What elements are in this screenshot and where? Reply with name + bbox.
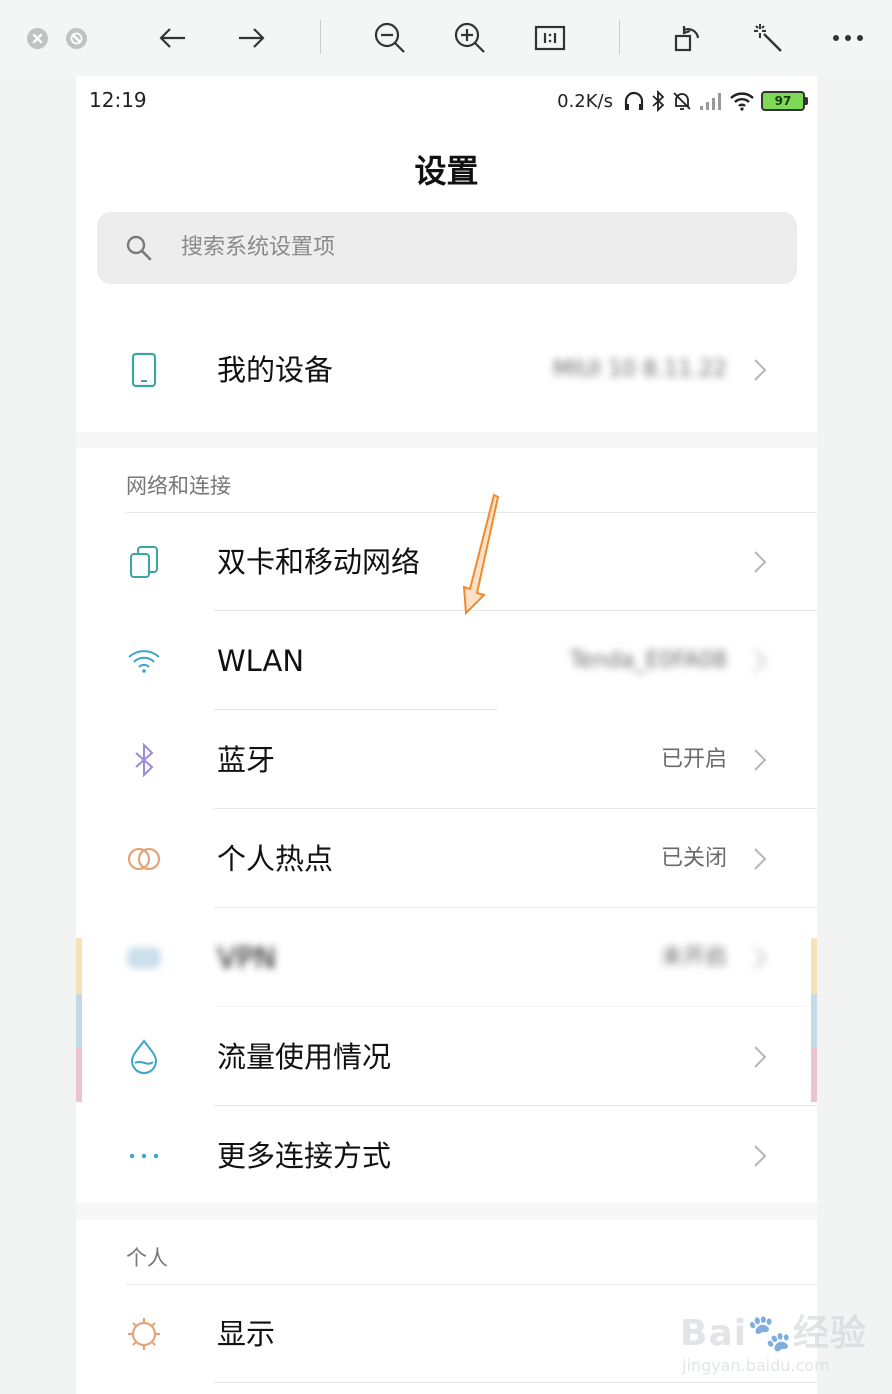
magic-wand-icon[interactable] bbox=[748, 20, 788, 56]
bluetooth-label: 蓝牙 bbox=[217, 743, 276, 777]
row-divider bbox=[214, 1006, 817, 1007]
phone-screen: 12:19 0.2K/s 97 设置 搜索系统设置项 我的设备 MIUI 10 … bbox=[76, 76, 817, 1394]
paw-icon: 🐾 bbox=[747, 1313, 793, 1354]
wifi-icon bbox=[124, 641, 164, 681]
page-title: 设置 bbox=[414, 152, 479, 190]
minimize-window-button[interactable] bbox=[66, 28, 87, 49]
bluetooth-status-icon bbox=[652, 90, 665, 112]
toolbar-divider bbox=[320, 20, 321, 54]
vpn-status-value: 未开启 bbox=[660, 945, 727, 970]
vpn-icon bbox=[124, 938, 164, 978]
mute-bell-icon bbox=[673, 92, 691, 110]
chevron-right-icon bbox=[754, 749, 767, 771]
forward-arrow-icon[interactable] bbox=[232, 20, 272, 56]
bluetooth-icon bbox=[124, 740, 164, 780]
watermark-url: jingyan.baidu.com bbox=[682, 1356, 830, 1375]
hotspot-label: 个人热点 bbox=[217, 842, 334, 876]
data-usage-icon bbox=[124, 1037, 164, 1077]
network-speed: 0.2K/s bbox=[557, 90, 613, 112]
section-title-network: 网络和连接 bbox=[126, 474, 231, 498]
row-divider bbox=[214, 808, 817, 809]
my-device-label: 我的设备 bbox=[217, 353, 334, 387]
edge-strip bbox=[76, 938, 82, 994]
close-window-button[interactable] bbox=[27, 28, 48, 49]
back-arrow-icon[interactable] bbox=[152, 20, 192, 56]
bluetooth-row[interactable]: 蓝牙 已开启 bbox=[76, 711, 817, 809]
dual-sim-label: 双卡和移动网络 bbox=[217, 545, 421, 579]
settings-header: 设置 搜索系统设置项 bbox=[76, 126, 817, 306]
edge-strip bbox=[811, 1048, 817, 1102]
chevron-right-icon bbox=[754, 1046, 767, 1068]
brightness-icon bbox=[124, 1314, 164, 1354]
vpn-row[interactable]: VPN 未开启 bbox=[76, 909, 817, 1007]
dual-sim-row[interactable]: 双卡和移动网络 bbox=[76, 513, 817, 611]
dual-sim-icon bbox=[124, 542, 164, 582]
more-connections-row[interactable]: 更多连接方式 bbox=[76, 1107, 817, 1205]
chevron-right-icon bbox=[754, 848, 767, 870]
wlan-row[interactable]: WLAN Tenda_E0FA08 bbox=[76, 612, 817, 710]
more-dots-icon bbox=[124, 1136, 164, 1176]
network-section: 网络和连接 双卡和移动网络 WLAN Tenda_E0FA08 蓝牙 已开启 个… bbox=[76, 448, 817, 1203]
toolbar-divider bbox=[619, 20, 620, 54]
miui-version-value: MIUI 10 8.11.22 bbox=[552, 357, 727, 382]
signal-icon bbox=[700, 93, 721, 110]
chevron-right-icon bbox=[754, 650, 767, 672]
data-usage-row[interactable]: 流量使用情况 bbox=[76, 1008, 817, 1106]
device-card: 我的设备 MIUI 10 8.11.22 bbox=[76, 306, 817, 432]
bluetooth-status-value: 已开启 bbox=[660, 747, 727, 772]
search-bar[interactable]: 搜索系统设置项 bbox=[97, 212, 797, 284]
row-divider bbox=[214, 1382, 817, 1383]
status-bar: 12:19 0.2K/s 97 bbox=[76, 76, 817, 126]
search-icon bbox=[126, 235, 152, 261]
status-time: 12:19 bbox=[89, 88, 147, 112]
zoom-out-icon[interactable] bbox=[370, 20, 410, 56]
chevron-right-icon bbox=[754, 947, 767, 969]
chevron-right-icon bbox=[754, 551, 767, 573]
more-options-icon[interactable] bbox=[828, 20, 868, 56]
wlan-ssid-value: Tenda_E0FA08 bbox=[569, 648, 727, 673]
chevron-right-icon bbox=[754, 359, 767, 381]
baidu-watermark: Bai🐾经验 jingyan.baidu.com bbox=[680, 1298, 880, 1382]
vpn-label: VPN bbox=[217, 941, 277, 975]
my-device-row[interactable]: 我的设备 MIUI 10 8.11.22 bbox=[76, 321, 817, 419]
watermark-brand: Bai bbox=[680, 1313, 748, 1354]
zoom-in-icon[interactable] bbox=[450, 20, 490, 56]
row-divider bbox=[214, 709, 497, 710]
hotspot-icon bbox=[124, 839, 164, 879]
actual-size-icon[interactable] bbox=[530, 20, 570, 56]
row-divider bbox=[214, 1105, 817, 1106]
chevron-right-icon bbox=[754, 1145, 767, 1167]
wlan-label: WLAN bbox=[217, 644, 305, 678]
image-viewer-toolbar bbox=[0, 0, 892, 76]
hotspot-row[interactable]: 个人热点 已关闭 bbox=[76, 810, 817, 908]
phone-device-icon bbox=[124, 350, 164, 390]
watermark-brand-cn: 经验 bbox=[792, 1313, 867, 1354]
data-usage-label: 流量使用情况 bbox=[217, 1040, 392, 1074]
edge-strip bbox=[811, 994, 817, 1048]
annotation-arrow bbox=[462, 493, 500, 616]
battery-indicator: 97 bbox=[761, 91, 808, 111]
hotspot-status-value: 已关闭 bbox=[660, 846, 727, 871]
edge-strip bbox=[76, 1048, 82, 1102]
section-title-personal: 个人 bbox=[126, 1246, 168, 1270]
rotate-icon[interactable] bbox=[668, 20, 708, 56]
wifi-status-icon bbox=[730, 92, 754, 111]
search-input[interactable]: 搜索系统设置项 bbox=[181, 212, 335, 284]
display-label: 显示 bbox=[217, 1317, 276, 1351]
more-connections-label: 更多连接方式 bbox=[217, 1139, 392, 1173]
row-divider bbox=[214, 907, 817, 908]
headphones-icon bbox=[624, 91, 644, 110]
edge-strip bbox=[76, 994, 82, 1048]
edge-strip bbox=[811, 938, 817, 994]
